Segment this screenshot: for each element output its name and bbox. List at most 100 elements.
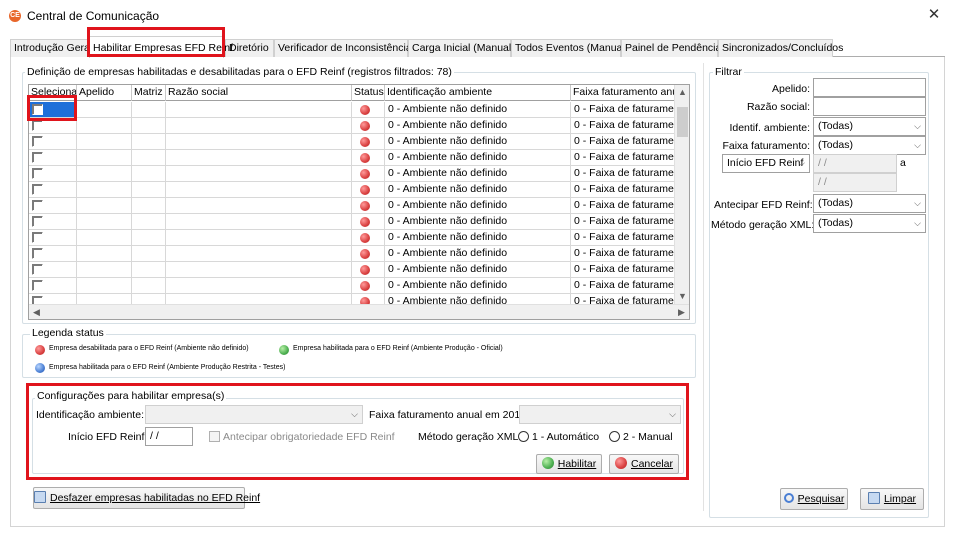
cancelar-label: Cancelar <box>630 458 674 470</box>
tab-todos-eventos[interactable]: Todos Eventos (Manual) <box>511 39 628 57</box>
table-row[interactable]: 0 - Ambiente não definido 0 - Faixa de fa… <box>29 214 675 230</box>
col-header-faixa-faturamento[interactable]: Faixa faturamento anual <box>571 85 675 101</box>
row-select-checkbox[interactable] <box>32 232 43 243</box>
select-cell[interactable] <box>29 278 77 294</box>
filter-antecipar-value: (Todas) <box>818 197 854 209</box>
razao-social-cell <box>166 166 352 182</box>
select-cell[interactable] <box>29 262 77 278</box>
ambiente-cell: 0 - Ambiente não definido <box>385 230 571 246</box>
status-green-icon <box>279 345 289 355</box>
filter-date-from[interactable]: / / <box>813 154 897 173</box>
config-inicio-input[interactable]: / / <box>145 427 193 446</box>
limpar-button[interactable]: Limpar <box>860 488 924 510</box>
select-cell[interactable] <box>29 214 77 230</box>
col-header-selecionar[interactable]: Selecionar <box>29 85 77 101</box>
filter-ident-select[interactable]: (Todas) ⌵ <box>813 117 926 136</box>
row-select-checkbox[interactable] <box>32 248 43 259</box>
status-cell <box>352 246 385 262</box>
scroll-left-icon[interactable]: ◀ <box>29 305 44 319</box>
tab-painel-pendencias[interactable]: Painel de Pendências <box>621 39 727 57</box>
select-cell[interactable] <box>29 182 77 198</box>
row-select-checkbox[interactable] <box>32 120 43 131</box>
select-cell[interactable] <box>29 230 77 246</box>
config-title: Configurações para habilitar empresa(s) <box>35 390 227 402</box>
table-row[interactable]: 0 - Ambiente não definido 0 - Faixa de fa… <box>29 166 675 182</box>
filter-metodo-label: Método geração XML: <box>711 219 815 231</box>
splitter[interactable] <box>703 63 704 511</box>
config-faixa-select[interactable]: ⌵ <box>519 405 681 424</box>
table-row[interactable]: 0 - Ambiente não definido 0 - Faixa de fa… <box>29 102 675 118</box>
tab-carga-inicial[interactable]: Carga Inicial (Manual) <box>408 39 515 57</box>
matriz-cell <box>132 166 166 182</box>
filter-faixa-select[interactable]: (Todas) ⌵ <box>813 136 926 155</box>
radio-manual[interactable] <box>609 431 620 442</box>
table-row[interactable]: 0 - Ambiente não definido 0 - Faixa de fa… <box>29 118 675 134</box>
apelido-cell <box>77 166 132 182</box>
select-cell[interactable] <box>29 118 77 134</box>
scroll-up-icon[interactable]: ▲ <box>675 85 689 100</box>
row-select-checkbox[interactable] <box>32 104 43 115</box>
close-button[interactable]: ✕ <box>922 6 946 26</box>
select-cell[interactable] <box>29 198 77 214</box>
pesquisar-button[interactable]: Pesquisar <box>780 488 848 510</box>
select-cell[interactable] <box>29 102 77 118</box>
select-cell[interactable] <box>29 166 77 182</box>
ambiente-cell: 0 - Ambiente não definido <box>385 246 571 262</box>
config-antecipar-checkbox[interactable] <box>209 431 220 442</box>
row-select-checkbox[interactable] <box>32 280 43 291</box>
tab-sincronizados[interactable]: Sincronizados/Concluídos <box>718 39 843 57</box>
row-select-checkbox[interactable] <box>32 184 43 195</box>
tab-introducao-geral[interactable]: Introdução Geral <box>10 39 92 57</box>
table-row[interactable]: 0 - Ambiente não definido 0 - Faixa de fa… <box>29 150 675 166</box>
habilitar-button[interactable]: Habilitar <box>536 454 602 474</box>
tab-habilitar-empresas[interactable]: Habilitar Empresas EFD Reinf <box>89 36 233 58</box>
apelido-cell <box>77 134 132 150</box>
scroll-down-icon[interactable]: ▼ <box>675 289 689 304</box>
razao-social-cell <box>166 230 352 246</box>
cancelar-button[interactable]: Cancelar <box>609 454 679 474</box>
filter-apelido-input[interactable] <box>813 78 926 97</box>
col-header-identificacao-ambiente[interactable]: Identificação ambiente <box>385 85 571 101</box>
scroll-right-icon[interactable]: ▶ <box>674 305 689 319</box>
select-cell[interactable] <box>29 134 77 150</box>
horizontal-scrollbar[interactable]: ◀ ▶ <box>29 304 689 319</box>
companies-grid[interactable]: Selecionar Apelido Matriz Razão social S… <box>28 84 690 320</box>
col-header-apelido[interactable]: Apelido <box>77 85 132 101</box>
row-select-checkbox[interactable] <box>32 216 43 227</box>
row-select-checkbox[interactable] <box>32 200 43 211</box>
filter-razao-input[interactable] <box>813 97 926 116</box>
chevron-down-icon: ⌵ <box>914 218 921 228</box>
table-row[interactable]: 0 - Ambiente não definido 0 - Faixa de fa… <box>29 198 675 214</box>
select-cell[interactable] <box>29 246 77 262</box>
filter-date-to[interactable]: / / <box>813 173 897 192</box>
legend-red-text: Empresa desabilitada para o EFD Reinf (A… <box>49 345 249 352</box>
table-row[interactable]: 0 - Ambiente não definido 0 - Faixa de fa… <box>29 134 675 150</box>
filter-inicio-select[interactable]: Início EFD Reinf ⌵ <box>722 154 810 173</box>
status-red-icon <box>360 153 370 163</box>
faixa-cell: 0 - Faixa de faturament <box>571 102 675 118</box>
config-ident-select[interactable]: ⌵ <box>145 405 363 424</box>
row-select-checkbox[interactable] <box>32 136 43 147</box>
table-row[interactable]: 0 - Ambiente não definido 0 - Faixa de fa… <box>29 246 675 262</box>
row-select-checkbox[interactable] <box>32 264 43 275</box>
col-header-razao-social[interactable]: Razão social <box>166 85 352 101</box>
vertical-scrollbar[interactable]: ▲ ▼ <box>674 85 689 304</box>
col-header-matriz[interactable]: Matriz <box>132 85 166 101</box>
table-row[interactable]: 0 - Ambiente não definido 0 - Faixa de fa… <box>29 230 675 246</box>
table-row[interactable]: 0 - Ambiente não definido 0 - Faixa de fa… <box>29 278 675 294</box>
filter-metodo-select[interactable]: (Todas) ⌵ <box>813 214 926 233</box>
table-row[interactable]: 0 - Ambiente não definido 0 - Faixa de fa… <box>29 262 675 278</box>
table-row[interactable]: 0 - Ambiente não definido 0 - Faixa de fa… <box>29 182 675 198</box>
desfazer-button[interactable]: Desfazer empresas habilitadas no EFD Rei… <box>33 487 260 509</box>
faixa-cell: 0 - Faixa de faturament <box>571 246 675 262</box>
radio-automatico[interactable] <box>518 431 529 442</box>
col-header-status[interactable]: Status <box>352 85 385 101</box>
vertical-scroll-thumb[interactable] <box>677 107 688 137</box>
row-select-checkbox[interactable] <box>32 168 43 179</box>
tab-verificador-inconsistencias[interactable]: Verificador de Inconsistências <box>274 39 417 57</box>
filter-antecipar-select[interactable]: (Todas) ⌵ <box>813 194 926 213</box>
row-select-checkbox[interactable] <box>32 152 43 163</box>
ambiente-cell: 0 - Ambiente não definido <box>385 118 571 134</box>
select-cell[interactable] <box>29 150 77 166</box>
apelido-cell <box>77 246 132 262</box>
